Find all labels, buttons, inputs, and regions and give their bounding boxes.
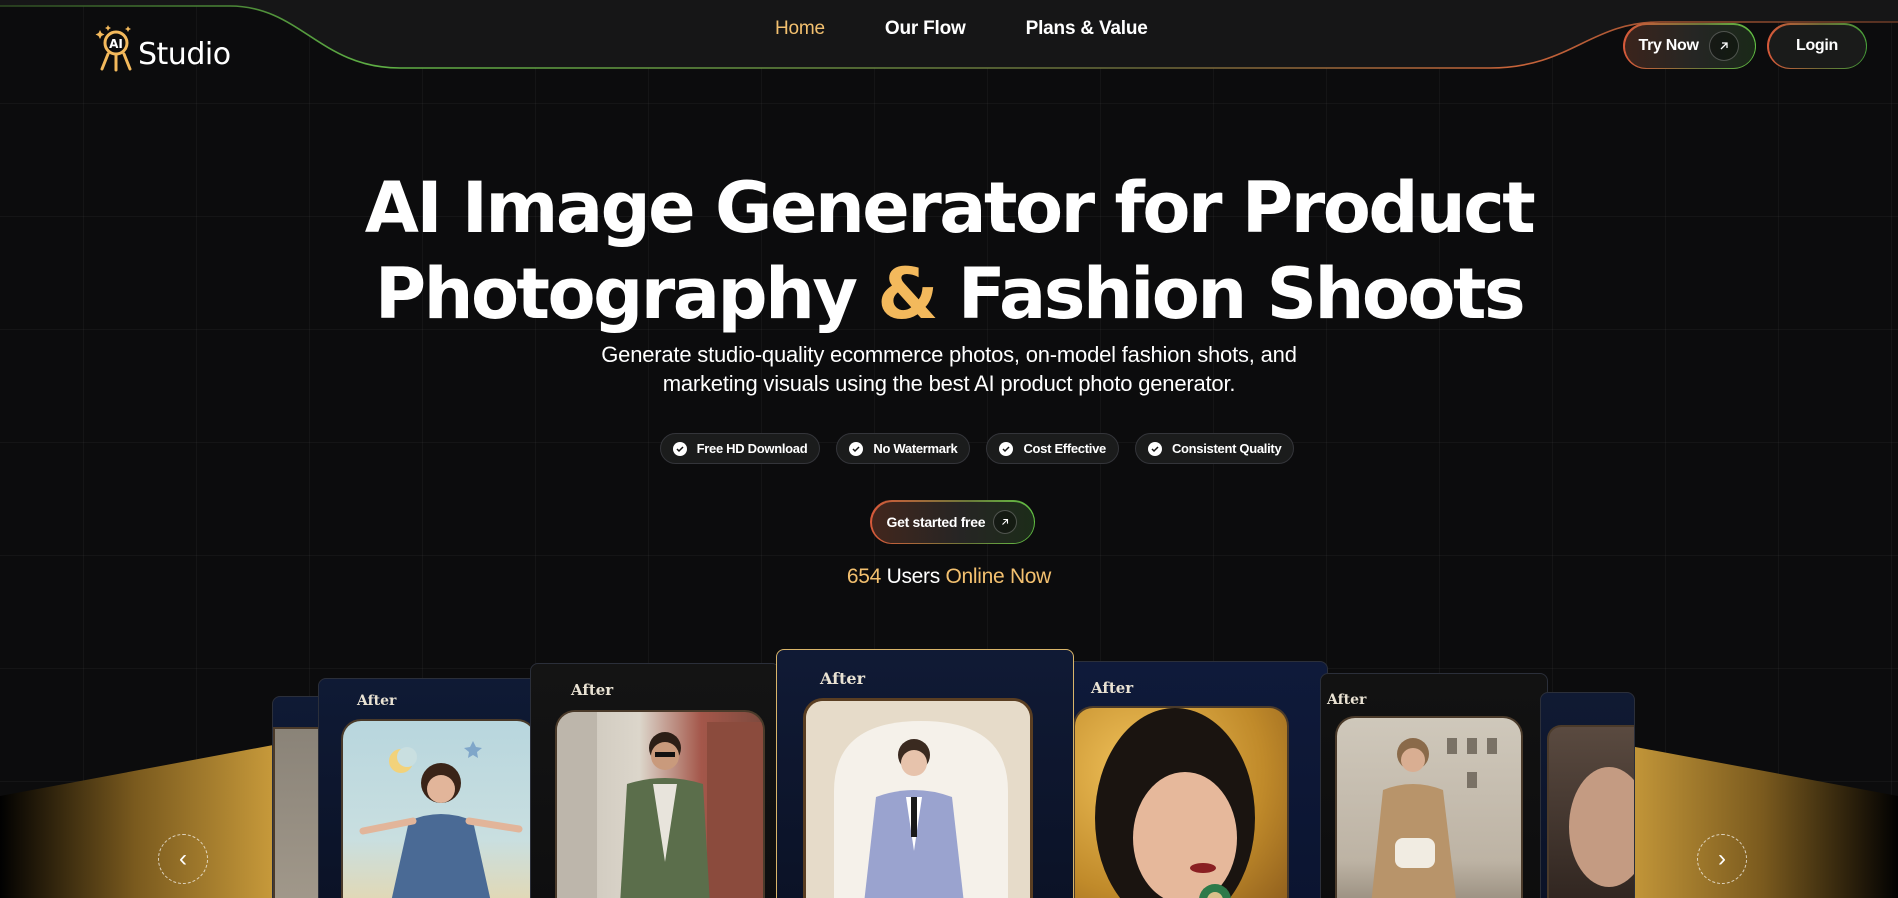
try-now-button[interactable]: Try Now bbox=[1623, 23, 1756, 69]
feature-chip: Free HD Download bbox=[659, 433, 821, 464]
check-circle-icon bbox=[849, 441, 864, 456]
header-background bbox=[0, 0, 1898, 69]
carousel-card[interactable]: After bbox=[530, 663, 780, 898]
arrow-up-right-icon bbox=[993, 510, 1018, 534]
online-status-label: Online Now bbox=[945, 565, 1052, 588]
login-label: Login bbox=[1795, 37, 1839, 54]
check-circle-icon bbox=[672, 441, 687, 456]
showcase-carousel: After After After After After ‹ › bbox=[0, 640, 1898, 898]
feature-chip-label: No Watermark bbox=[873, 441, 958, 456]
get-started-button-inner[interactable]: Get started free bbox=[871, 501, 1034, 543]
carousel-card[interactable] bbox=[1540, 692, 1635, 898]
carousel-card-photo bbox=[1547, 725, 1634, 898]
brand-logo[interactable]: AI Studio bbox=[94, 22, 231, 72]
feature-chip: Cost Effective bbox=[986, 433, 1119, 464]
carousel-glow-left bbox=[0, 740, 300, 898]
card-after-label: After bbox=[571, 681, 614, 699]
card-after-label: After bbox=[1091, 679, 1134, 697]
hero-title-line2-b: Fashion Shoots bbox=[957, 253, 1526, 335]
feature-chip-label: Consistent Quality bbox=[1171, 441, 1282, 456]
hero-subtitle-line2: marketing visuals using the best AI prod… bbox=[662, 371, 1236, 396]
hero-title-line2-a: Photography bbox=[374, 253, 858, 335]
main-nav: Home Our Flow Plans & Value bbox=[775, 18, 1148, 40]
feature-chips: Free HD Download No Watermark Cost Effec… bbox=[0, 433, 1898, 464]
carousel-card-photo bbox=[1335, 716, 1523, 898]
try-now-label: Try Now bbox=[1638, 37, 1699, 54]
carousel-card-photo bbox=[1073, 706, 1289, 898]
online-users-label: Users bbox=[886, 565, 941, 588]
carousel-card-photo bbox=[341, 719, 537, 898]
nav-plans-value[interactable]: Plans & Value bbox=[1026, 18, 1148, 40]
carousel-card-photo bbox=[555, 710, 765, 898]
carousel-next-button[interactable]: › bbox=[1697, 834, 1747, 884]
feature-chip-label: Cost Effective bbox=[1023, 441, 1106, 456]
nav-home[interactable]: Home bbox=[775, 18, 825, 40]
hero-subtitle-line1: Generate studio-quality ecommerce photos… bbox=[601, 342, 1297, 367]
carousel-card[interactable]: After bbox=[318, 678, 538, 898]
arrow-up-right-icon bbox=[1708, 31, 1739, 61]
login-button-inner[interactable]: Login bbox=[1768, 24, 1866, 68]
feature-chip-label: Free HD Download bbox=[696, 441, 808, 456]
card-after-label: After bbox=[357, 693, 397, 709]
check-circle-icon bbox=[999, 441, 1014, 456]
logo-mark-icon: AI bbox=[95, 25, 132, 72]
carousel-card[interactable]: After bbox=[1060, 661, 1328, 898]
carousel-prev-button[interactable]: ‹ bbox=[158, 834, 208, 884]
get-started-label: Get started free bbox=[886, 514, 986, 530]
carousel-glow-right bbox=[1598, 740, 1898, 898]
carousel-card-photo bbox=[803, 698, 1033, 898]
brand-name: Studio bbox=[138, 37, 231, 72]
try-now-button-inner[interactable]: Try Now bbox=[1624, 24, 1755, 68]
carousel-card-active[interactable]: After bbox=[776, 649, 1074, 898]
hero-title-line1: AI Image Generator for Product bbox=[364, 167, 1536, 249]
hero-title: AI Image Generator for Product Photograp… bbox=[0, 165, 1898, 337]
nav-our-flow[interactable]: Our Flow bbox=[885, 18, 966, 40]
chevron-right-icon: › bbox=[1718, 845, 1726, 872]
hero-title-amp: & bbox=[877, 253, 938, 335]
card-after-label: After bbox=[820, 669, 866, 688]
hero-subtitle: Generate studio-quality ecommerce photos… bbox=[549, 340, 1349, 398]
card-after-label: After bbox=[1327, 692, 1367, 708]
feature-chip: Consistent Quality bbox=[1134, 433, 1295, 464]
page: AI Studio Home Our Flow Plans & Value Tr… bbox=[0, 0, 1898, 898]
get-started-button[interactable]: Get started free bbox=[870, 500, 1035, 544]
chevron-left-icon: ‹ bbox=[179, 845, 187, 872]
check-circle-icon bbox=[1147, 441, 1162, 456]
carousel-card[interactable]: After bbox=[1320, 673, 1548, 898]
feature-chip: No Watermark bbox=[836, 433, 971, 464]
online-users-counter: 654 Users Online Now bbox=[0, 565, 1898, 589]
logo-badge-text: AI bbox=[109, 37, 123, 51]
login-button[interactable]: Login bbox=[1767, 23, 1867, 69]
online-count: 654 bbox=[846, 565, 882, 588]
